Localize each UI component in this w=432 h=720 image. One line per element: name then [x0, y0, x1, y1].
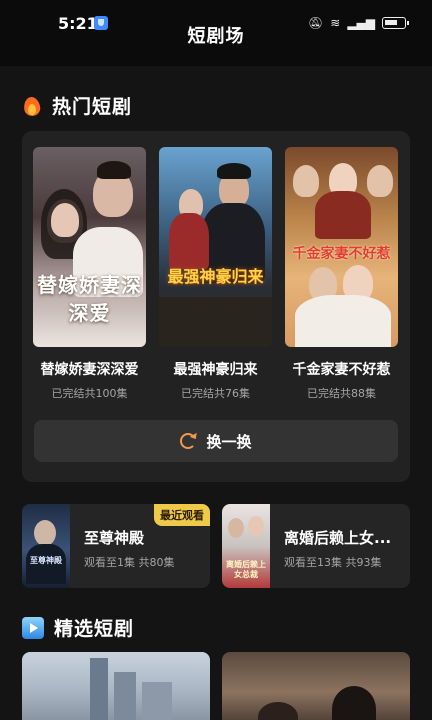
poster-title: 千金家妻不好惹	[292, 246, 391, 262]
wifi-icon: ≋	[330, 16, 341, 30]
drama-episodes: 已完结共76集	[181, 387, 250, 400]
drama-episodes: 已完结共88集	[307, 387, 376, 400]
hot-dramas-panel: 替嫁娇妻深深爱 替嫁娇妻深深爱 已完结共100集 最强神豪归来 最强神豪归来 已…	[22, 131, 410, 482]
featured-thumbnail-building	[90, 658, 108, 720]
recent-drama-card[interactable]: 离婚后赖上女总裁 离婚后赖上女... 观看至13集 共93集	[222, 504, 410, 588]
drama-card[interactable]: 最强神豪归来 最强神豪归来 已完结共76集	[159, 147, 272, 401]
poster-title: 替嫁娇妻深深爱	[37, 273, 142, 325]
recent-drama-progress: 观看至13集 共93集	[284, 556, 382, 569]
system-icons: 🔕︎ ≋ ▂▄▆	[308, 16, 409, 30]
recent-drama-title: 至尊神殿	[84, 529, 145, 547]
refresh-button[interactable]: 换一换	[34, 420, 398, 462]
thumbnail-title: 至尊神殿	[30, 556, 62, 565]
fire-icon	[22, 95, 42, 117]
featured-section-title: 精选短剧	[54, 618, 135, 640]
drama-card[interactable]: 千金家妻不好惹 千金家妻不好惹 已完结共88集	[285, 147, 398, 401]
status-bar: 5:21 短剧场 🔕︎ ≋ ▂▄▆	[0, 0, 432, 66]
drama-title: 千金家妻不好惹	[292, 362, 391, 378]
drama-poster[interactable]: 替嫁娇妻深深爱	[33, 147, 146, 347]
featured-drama-card[interactable]	[222, 652, 410, 720]
battery-icon	[382, 17, 409, 29]
mute-icon: 🔕︎	[308, 16, 324, 30]
recent-drama-progress: 观看至1集 共80集	[84, 556, 175, 569]
play-icon	[22, 616, 44, 639]
recent-drama-thumbnail: 离婚后赖上女总裁	[222, 504, 270, 588]
featured-drama-card[interactable]	[22, 652, 210, 720]
drama-title: 替嫁娇妻深深爱	[40, 362, 139, 378]
recent-drama-card[interactable]: 至尊神殿 至尊神殿 观看至1集 共80集 最近观看	[22, 504, 210, 588]
poster-title: 最强神豪归来	[167, 267, 264, 286]
drama-poster[interactable]: 最强神豪归来	[159, 147, 272, 347]
drama-title: 最强神豪归来	[173, 362, 258, 378]
thumbnail-title: 离婚后赖上女总裁	[226, 560, 266, 579]
hot-section-title: 热门短剧	[52, 96, 133, 118]
featured-section-header: 精选短剧	[22, 614, 134, 641]
signal-icon: ▂▄▆	[347, 16, 375, 30]
hot-section-header: 热门短剧	[22, 92, 132, 119]
drama-card[interactable]: 替嫁娇妻深深爱 替嫁娇妻深深爱 已完结共100集	[33, 147, 146, 401]
recently-watched-badge: 最近观看	[154, 504, 210, 526]
refresh-icon	[180, 433, 197, 449]
refresh-label: 换一换	[206, 432, 252, 451]
drama-episodes: 已完结共100集	[51, 387, 128, 400]
recent-drama-thumbnail: 至尊神殿	[22, 504, 70, 588]
drama-poster[interactable]: 千金家妻不好惹	[285, 147, 398, 347]
recent-drama-title: 离婚后赖上女...	[284, 529, 392, 547]
